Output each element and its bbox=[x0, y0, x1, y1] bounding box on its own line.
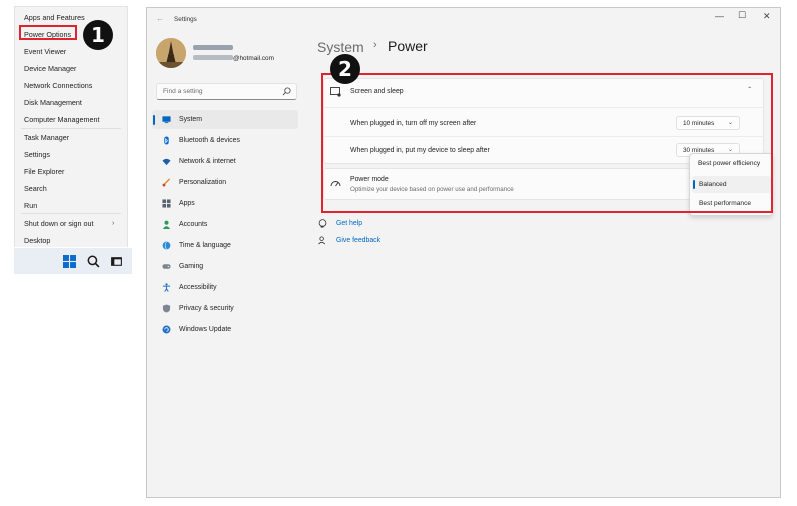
sidebar-item-label: Gaming bbox=[179, 262, 204, 270]
winx-separator bbox=[21, 213, 121, 214]
minimize-button[interactable]: — bbox=[715, 11, 724, 21]
monitor-icon bbox=[162, 116, 171, 124]
task-view-icon[interactable] bbox=[110, 255, 123, 268]
winx-separator bbox=[21, 128, 121, 129]
title-bar: ← Settings — ☐ ✕ bbox=[147, 8, 780, 32]
sidebar-item-windows-update[interactable]: Windows Update bbox=[152, 320, 298, 339]
shield-icon bbox=[162, 304, 171, 313]
breadcrumb-separator: › bbox=[373, 39, 377, 51]
page-title: Power bbox=[388, 38, 428, 54]
winx-item-settings[interactable]: Settings bbox=[24, 150, 50, 159]
step-badge-1: 1 bbox=[83, 20, 113, 50]
help-icon bbox=[318, 219, 327, 228]
sidebar-item-label: Apps bbox=[179, 199, 195, 207]
winx-item-desktop[interactable]: Desktop bbox=[24, 236, 50, 245]
winx-item-apps-features[interactable]: Apps and Features bbox=[24, 13, 85, 22]
bluetooth-icon bbox=[164, 136, 169, 145]
sidebar-item-label: Network & internet bbox=[179, 157, 236, 165]
apps-icon bbox=[162, 199, 171, 208]
back-arrow-icon[interactable]: ← bbox=[156, 14, 164, 23]
sidebar-item-bluetooth[interactable]: Bluetooth & devices bbox=[152, 131, 298, 150]
globe-clock-icon bbox=[162, 241, 171, 250]
feedback-icon bbox=[318, 236, 326, 245]
sidebar-item-label: Windows Update bbox=[179, 325, 232, 333]
update-icon bbox=[162, 325, 171, 334]
sidebar-item-label: Accessibility bbox=[179, 283, 217, 291]
window-title: Settings bbox=[174, 16, 197, 23]
sidebar-item-personalization[interactable]: Personalization bbox=[152, 173, 298, 192]
sidebar-item-privacy[interactable]: Privacy & security bbox=[152, 299, 298, 318]
sidebar-item-accessibility[interactable]: Accessibility bbox=[152, 278, 298, 297]
sidebar-item-label: Bluetooth & devices bbox=[179, 136, 240, 144]
get-help-link[interactable]: Get help bbox=[336, 220, 362, 227]
winx-item-device-manager[interactable]: Device Manager bbox=[24, 64, 76, 73]
sidebar-item-apps[interactable]: Apps bbox=[152, 194, 298, 213]
avatar bbox=[156, 38, 186, 68]
account-email-redacted bbox=[193, 55, 233, 60]
power-options-highlight-box bbox=[19, 25, 77, 40]
sidebar-item-label: Time & language bbox=[179, 241, 231, 249]
winx-item-task-manager[interactable]: Task Manager bbox=[24, 133, 69, 142]
sidebar-item-gaming[interactable]: Gaming bbox=[152, 257, 298, 276]
maximize-button[interactable]: ☐ bbox=[738, 10, 746, 21]
give-feedback-link[interactable]: Give feedback bbox=[336, 237, 380, 244]
winx-item-file-explorer[interactable]: File Explorer bbox=[24, 167, 64, 176]
winx-item-run[interactable]: Run bbox=[24, 201, 37, 210]
winx-item-shut-down[interactable]: Shut down or sign out bbox=[24, 219, 94, 228]
breadcrumb-system[interactable]: System bbox=[317, 39, 364, 55]
winx-item-event-viewer[interactable]: Event Viewer bbox=[24, 47, 66, 56]
windows-start-icon[interactable] bbox=[63, 255, 76, 268]
winx-item-search[interactable]: Search bbox=[24, 184, 47, 193]
search-icon[interactable] bbox=[87, 255, 100, 268]
sidebar-item-accounts[interactable]: Accounts bbox=[152, 215, 298, 234]
screen-sleep-power-mode-highlight-box bbox=[321, 73, 773, 213]
search-placeholder: Find a setting bbox=[163, 88, 203, 95]
accessibility-icon bbox=[162, 283, 171, 292]
sidebar-item-label: Accounts bbox=[179, 220, 208, 228]
account-name-redacted bbox=[193, 45, 233, 50]
close-button[interactable]: ✕ bbox=[763, 11, 771, 22]
sidebar-item-label: Personalization bbox=[179, 178, 227, 186]
account-email: @hotmail.com bbox=[233, 55, 274, 62]
sidebar-item-label: Privacy & security bbox=[179, 304, 234, 312]
step-badge-2: 2 bbox=[330, 54, 360, 84]
sidebar-item-system[interactable]: System bbox=[152, 110, 298, 129]
sidebar-item-time-language[interactable]: Time & language bbox=[152, 236, 298, 255]
chevron-right-icon: › bbox=[112, 220, 115, 227]
wifi-icon bbox=[162, 158, 171, 166]
winx-item-network-connections[interactable]: Network Connections bbox=[24, 81, 92, 90]
search-icon bbox=[282, 87, 291, 96]
winx-item-computer-management[interactable]: Computer Management bbox=[24, 115, 100, 124]
sidebar-item-network[interactable]: Network & internet bbox=[152, 152, 298, 171]
taskbar bbox=[14, 248, 132, 274]
gamepad-icon bbox=[162, 264, 171, 269]
brush-icon bbox=[162, 178, 171, 187]
person-icon bbox=[162, 220, 171, 229]
sidebar-item-label: System bbox=[179, 115, 202, 123]
winx-item-disk-management[interactable]: Disk Management bbox=[24, 98, 82, 107]
search-input[interactable]: Find a setting bbox=[156, 83, 297, 100]
